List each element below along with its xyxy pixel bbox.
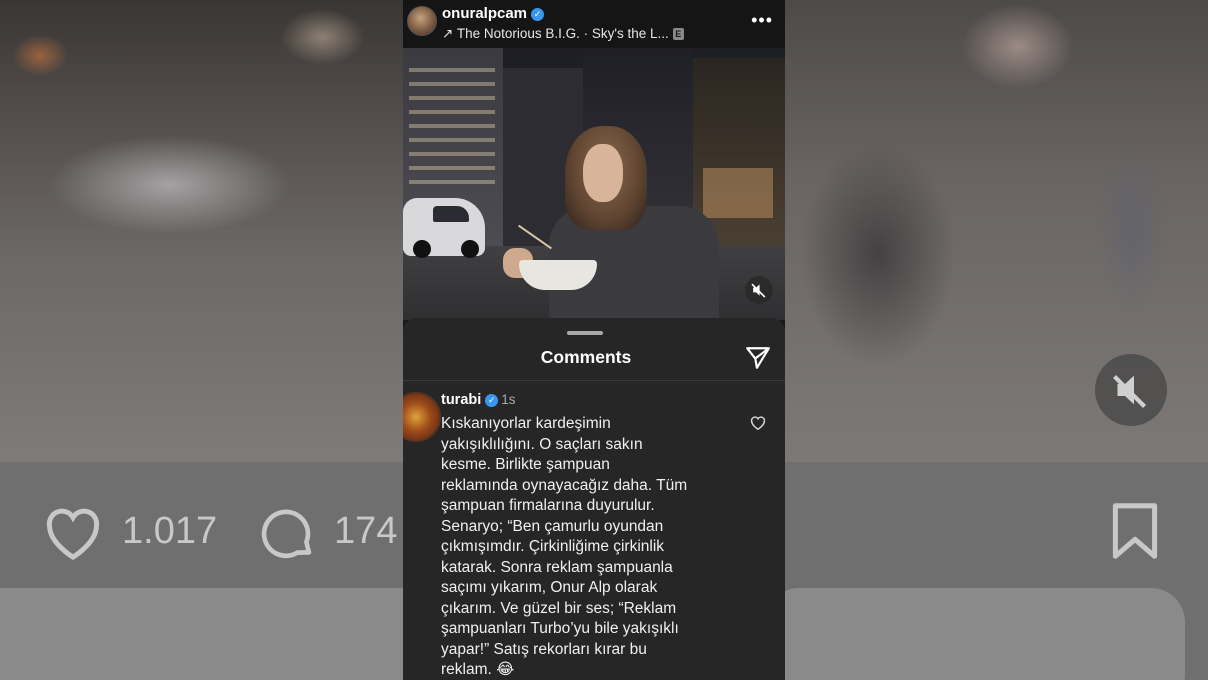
storefront-lights — [703, 168, 773, 218]
explicit-badge: E — [672, 28, 684, 41]
verified-badge-icon: ✓ — [485, 393, 499, 407]
divider — [403, 380, 785, 381]
music-text: ↗ The Notorious B.I.G. · Sky's the L... — [442, 26, 669, 41]
building-windows — [409, 68, 495, 188]
username-text: onuralpcam — [442, 5, 528, 22]
verified-badge-icon: ✓ — [531, 7, 545, 21]
avatar[interactable] — [403, 392, 441, 442]
car-wheel — [413, 240, 431, 258]
person-face — [583, 144, 623, 202]
avatar[interactable] — [407, 6, 437, 36]
car-window — [433, 206, 469, 222]
speaker-muted-icon[interactable] — [745, 276, 773, 304]
blurred-background-right — [785, 0, 1208, 680]
bookmark-icon — [1107, 500, 1163, 562]
sheet-drag-handle[interactable] — [567, 331, 603, 335]
bowl — [519, 260, 597, 290]
phone-screen: onuralpcam ✓ ↗ The Notorious B.I.G. · Sky… — [403, 0, 785, 680]
video-frame[interactable] — [403, 48, 785, 320]
post-header: onuralpcam ✓ ↗ The Notorious B.I.G. · Sky… — [403, 0, 785, 48]
comments-count: 174 — [334, 510, 398, 552]
likes-count: 1.017 — [122, 510, 218, 552]
blurred-background-left: 1.017 174 — [0, 0, 403, 680]
blurred-card — [785, 588, 1185, 680]
blurred-card — [0, 588, 403, 680]
comment-username[interactable]: turabi ✓ 1s — [441, 392, 516, 408]
comment-timestamp: 1s — [501, 392, 516, 407]
blurred-video-frame — [0, 0, 403, 462]
sheet-title: Comments — [540, 347, 632, 367]
music-info[interactable]: ↗ The Notorious B.I.G. · Sky's the L... E — [442, 26, 684, 42]
comment-text: Kıskanıyorlar kardeşimin yakışıklılığını… — [441, 415, 688, 678]
send-icon[interactable] — [745, 346, 771, 375]
heart-icon[interactable] — [749, 414, 767, 436]
post-username[interactable]: onuralpcam ✓ — [442, 5, 545, 22]
speaker-muted-icon — [1095, 354, 1167, 426]
heart-icon — [40, 500, 106, 562]
comment-bubble-icon — [256, 502, 318, 564]
car-wheel — [461, 240, 479, 258]
comments-sheet: Comments turabi ✓ 1s Kıskanıyorlar kardeşi… — [403, 318, 785, 680]
comment-username-text: turabi — [441, 392, 482, 408]
white-car — [403, 198, 485, 258]
more-options-icon[interactable]: ••• — [751, 10, 773, 31]
